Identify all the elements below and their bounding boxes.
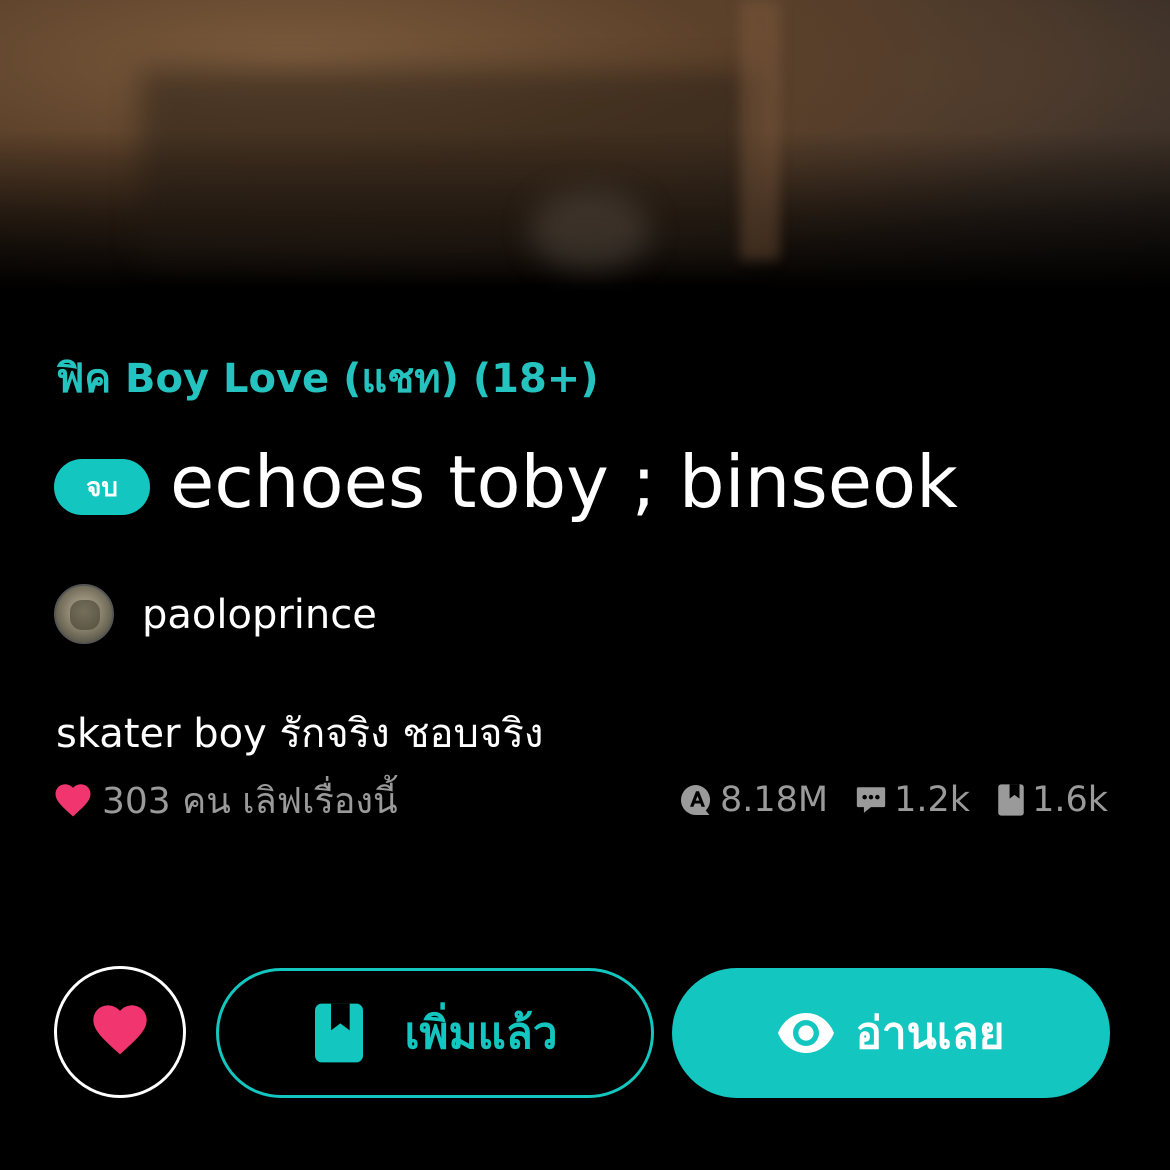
- love-count-row: 303 คน เลิฟเรื่องนี้: [52, 776, 398, 824]
- author-name[interactable]: paoloprince: [142, 592, 377, 638]
- heart-icon: [93, 1005, 147, 1055]
- bookmark-book-icon: [315, 1003, 364, 1063]
- comment-icon: [856, 787, 886, 813]
- read-now-button[interactable]: อ่านเลย: [672, 968, 1110, 1098]
- added-to-library-button[interactable]: เพิ่มแล้ว: [216, 968, 654, 1098]
- story-title: echoes toby ; binseok: [170, 440, 958, 524]
- read-now-label: อ่านเลย: [855, 1008, 1005, 1059]
- eye-icon: [777, 1013, 834, 1053]
- views-count: 8.18M: [719, 780, 829, 820]
- library-count: 1.6k: [1032, 780, 1108, 820]
- comments-stat: 1.2k: [854, 780, 970, 820]
- cover-detail: [530, 190, 650, 270]
- status-badge: จบ: [54, 459, 150, 515]
- author-avatar[interactable]: [54, 584, 114, 644]
- like-button[interactable]: [54, 966, 186, 1098]
- comments-count: 1.2k: [894, 780, 971, 820]
- bookmark-book-icon: [998, 784, 1024, 816]
- heart-icon: [55, 784, 91, 817]
- category-link[interactable]: ฟิค Boy Love (แชท) (18+): [56, 346, 599, 410]
- cover-detail: [140, 70, 760, 260]
- story-stats: 8.18M 1.2k 1.6k: [652, 776, 1108, 824]
- views-stat: 8.18M: [678, 780, 828, 820]
- library-stat: 1.6k: [996, 780, 1108, 820]
- cover-image: [0, 0, 1170, 290]
- love-count-text: 303 คน เลิฟเรื่องนี้: [102, 780, 398, 822]
- reads-icon: [680, 785, 711, 815]
- added-to-library-label: เพิ่มแล้ว: [404, 1008, 558, 1059]
- story-description: skater boy รักจริง ชอบจริง: [56, 711, 544, 757]
- cover-detail: [740, 0, 780, 260]
